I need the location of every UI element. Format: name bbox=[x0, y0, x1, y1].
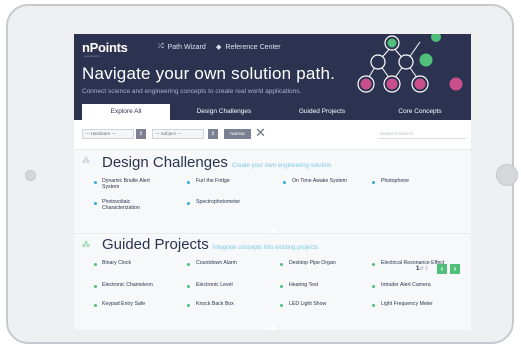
list-item[interactable]: Furl the Fridge bbox=[196, 178, 276, 185]
chevron-left-icon[interactable]: ‹ bbox=[437, 264, 447, 274]
list-item[interactable]: Dynamic Braille Alert System bbox=[102, 178, 162, 191]
section-heading[interactable]: Guided Projects bbox=[102, 236, 209, 253]
bullet-icon bbox=[283, 181, 286, 184]
filter-bar: --- Hardware --- ⇕ --- Subject --- ⇕ Nar… bbox=[74, 120, 471, 149]
hardware-select[interactable]: --- Hardware --- bbox=[82, 129, 134, 139]
bullet-icon bbox=[94, 263, 97, 266]
tab-bar: Explore All Design Challenges Guided Pro… bbox=[74, 104, 471, 120]
tab-design-challenges[interactable]: Design Challenges bbox=[176, 104, 272, 120]
list-item[interactable]: Countdown Alarm bbox=[196, 260, 276, 267]
tab-explore-all[interactable]: Explore All bbox=[82, 104, 170, 120]
section-title: Design Challenges Create your own enginee… bbox=[102, 154, 331, 171]
tablet-frame: nPoints powered by ... ⤮ Path Wizard ◆ R… bbox=[6, 4, 518, 344]
concept-network-graphic bbox=[357, 34, 463, 93]
bullet-icon bbox=[187, 202, 190, 205]
bullet-icon bbox=[280, 263, 283, 266]
home-button[interactable] bbox=[496, 164, 518, 186]
list-item[interactable]: Desktop Pipe Organ bbox=[289, 260, 369, 267]
list-item[interactable]: Knock Back Box bbox=[196, 301, 276, 308]
close-icon[interactable]: ✕ bbox=[255, 125, 266, 141]
list-item[interactable]: Keypad Entry Safe bbox=[102, 301, 182, 308]
bullet-icon bbox=[94, 181, 97, 184]
list-item[interactable]: Intruder Alert Camera bbox=[381, 282, 466, 289]
list-item[interactable]: Binary Clock bbox=[102, 260, 172, 267]
tag-icon: ◆ bbox=[216, 44, 222, 51]
chevron-down-icon[interactable]: ⇕ bbox=[136, 129, 146, 139]
network-icon: ⁂ bbox=[82, 240, 90, 249]
page-indicator: 1of 3 bbox=[416, 266, 428, 272]
list-item[interactable]: Electronic Level bbox=[196, 282, 276, 289]
page-total: of 3 bbox=[419, 266, 428, 272]
nav-path-wizard[interactable]: ⤮ Path Wizard bbox=[158, 43, 206, 51]
guided-projects-section: ⁂ Guided Projects Integrate concepts into… bbox=[74, 233, 471, 330]
list-item[interactable]: Electronic Chameleon bbox=[102, 282, 182, 289]
hero-tagline: Connect science and engineering concepts… bbox=[82, 88, 302, 95]
list-item[interactable]: On Time Awake System bbox=[292, 178, 382, 185]
bullet-icon bbox=[280, 304, 283, 307]
nav-label: Reference Center bbox=[225, 43, 281, 51]
network-icon: ⁂ bbox=[82, 156, 90, 165]
list-item[interactable]: Light Frequency Meter bbox=[381, 301, 466, 308]
camera bbox=[25, 170, 36, 181]
section-title: Guided Projects Integrate concepts into e… bbox=[102, 236, 318, 253]
tab-guided-projects[interactable]: Guided Projects bbox=[274, 104, 370, 120]
bullet-icon bbox=[372, 285, 375, 288]
chevron-down-icon[interactable]: ⇕ bbox=[208, 129, 218, 139]
nav-reference-center[interactable]: ◆ Reference Center bbox=[216, 43, 281, 52]
site-header: nPoints powered by ... ⤮ Path Wizard ◆ R… bbox=[74, 34, 471, 104]
bullet-icon bbox=[187, 285, 190, 288]
nav-label: Path Wizard bbox=[167, 43, 206, 51]
design-challenges-section: ⁂ Design Challenges Create your own engin… bbox=[74, 149, 471, 234]
section-connector-arrow bbox=[268, 325, 278, 330]
bullet-icon bbox=[187, 304, 190, 307]
tab-core-concepts[interactable]: Core Concepts bbox=[372, 104, 468, 120]
brand-logo[interactable]: nPoints bbox=[82, 40, 128, 55]
list-item[interactable]: LED Light Show bbox=[289, 301, 369, 308]
bullet-icon bbox=[187, 263, 190, 266]
section-heading[interactable]: Design Challenges bbox=[102, 154, 228, 171]
chevron-right-icon[interactable]: › bbox=[450, 264, 460, 274]
bullet-icon bbox=[94, 304, 97, 307]
narrow-button[interactable]: Narrow bbox=[224, 129, 251, 139]
keyword-search-input[interactable]: Keyword Search bbox=[378, 129, 466, 139]
bullet-icon bbox=[187, 181, 190, 184]
app-screen: nPoints powered by ... ⤮ Path Wizard ◆ R… bbox=[74, 34, 471, 330]
section-subtitle: Create your own engineering solution bbox=[231, 163, 332, 169]
hero-title: Navigate your own solution path. bbox=[82, 64, 336, 83]
bullet-icon bbox=[372, 263, 375, 266]
list-item[interactable]: Spectrophotometer bbox=[196, 199, 276, 206]
subject-select[interactable]: --- Subject --- bbox=[152, 129, 204, 139]
bullet-icon bbox=[94, 285, 97, 288]
bullet-icon bbox=[280, 285, 283, 288]
bullet-icon bbox=[372, 181, 375, 184]
bullet-icon bbox=[372, 304, 375, 307]
list-item[interactable]: Photophone bbox=[381, 178, 461, 185]
bullet-icon bbox=[94, 202, 97, 205]
section-subtitle: Integrate concepts into existing project… bbox=[212, 245, 319, 251]
list-item[interactable]: Hearing Test bbox=[289, 282, 369, 289]
path-icon: ⤮ bbox=[158, 43, 164, 50]
brand-subtext: powered by ... bbox=[84, 54, 103, 58]
list-item[interactable]: Photovoltaic Characterization bbox=[102, 199, 162, 212]
